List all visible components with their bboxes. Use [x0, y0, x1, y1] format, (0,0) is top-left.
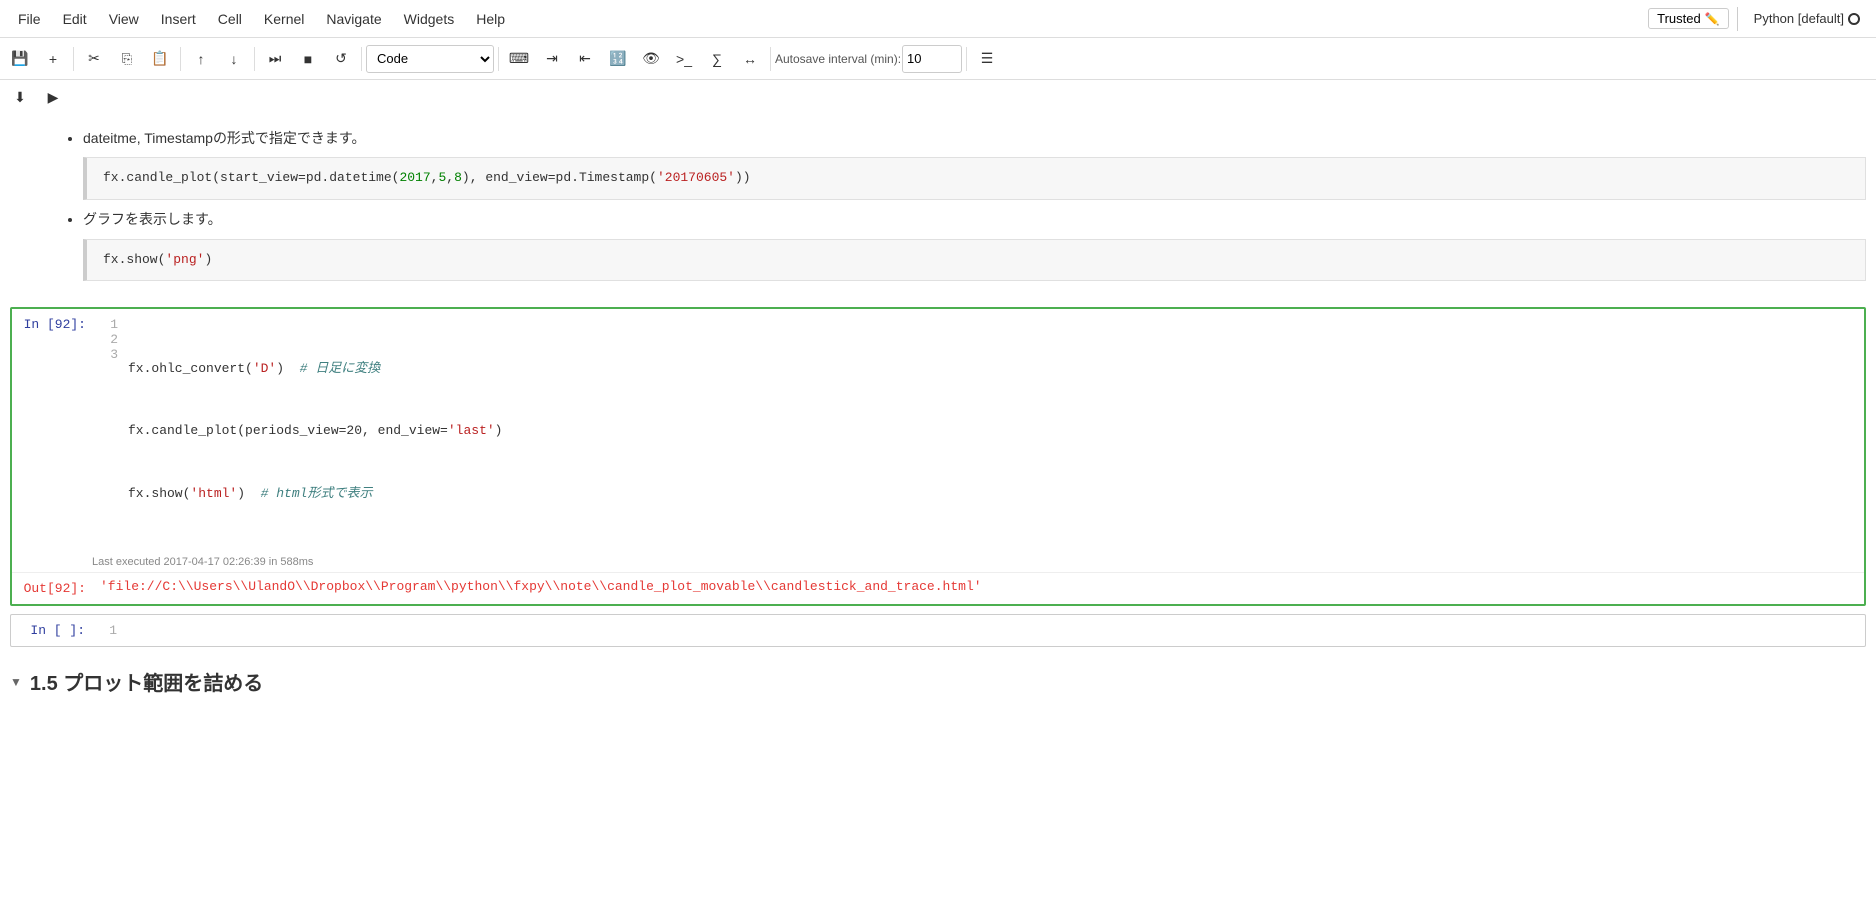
- separator-1: [73, 47, 74, 71]
- menu-insert[interactable]: Insert: [151, 7, 206, 31]
- toggle-output[interactable]: 👁: [635, 44, 667, 74]
- paste-cell-button[interactable]: 📋: [144, 44, 176, 74]
- restart-button[interactable]: ↺: [325, 44, 357, 74]
- empty-cell-line-nums: 1: [91, 615, 121, 646]
- toolbar: 💾 + ✂ ⎘ 📋 ↑ ↓ ⏭ ■ ↺ Code Markdown Raw NB…: [0, 38, 1876, 80]
- dedent-button[interactable]: ⇤: [569, 44, 601, 74]
- copy-cell-button[interactable]: ⎘: [111, 44, 143, 74]
- empty-cell-label: In [ ]:: [11, 615, 91, 646]
- cut-cell-button[interactable]: ✂: [78, 44, 110, 74]
- move-down-button[interactable]: ↓: [218, 44, 250, 74]
- kernel-info: Python [default]: [1746, 11, 1868, 26]
- output-text-92: 'file://C:\\Users\\UlandO\\Dropbox\\Prog…: [92, 573, 1864, 604]
- empty-line-num: 1: [95, 623, 117, 638]
- menu-view[interactable]: View: [99, 7, 149, 31]
- kernel-status-circle: [1848, 13, 1860, 25]
- code-cell-92-inner: In [92]: 1 2 3 fx.ohlc_convert('D') # 日足…: [12, 309, 1864, 554]
- menubar-right: Trusted ✏️ Python [default]: [1648, 7, 1868, 31]
- separator-3: [254, 47, 255, 71]
- menu-navigate[interactable]: Navigate: [316, 7, 391, 31]
- empty-cell-code[interactable]: [121, 615, 1865, 646]
- notebook-content: dateitme, Timestampの形式で指定できます。 fx.candle…: [0, 114, 1876, 700]
- code-cell-92[interactable]: In [92]: 1 2 3 fx.ohlc_convert('D') # 日足…: [10, 307, 1866, 606]
- download-button[interactable]: ⬇: [4, 82, 36, 112]
- menu-widgets[interactable]: Widgets: [394, 7, 465, 31]
- section-1-5-heading: ▼ 1.5 プロット範囲を詰める: [0, 655, 1876, 700]
- cell-code-92[interactable]: fx.ohlc_convert('D') # 日足に変換 fx.candle_p…: [122, 309, 1864, 554]
- cell-line-numbers-92: 1 2 3: [92, 309, 122, 554]
- menu-kernel[interactable]: Kernel: [254, 7, 314, 31]
- menu-edit[interactable]: Edit: [53, 7, 97, 31]
- menu-file[interactable]: File: [8, 7, 51, 31]
- menu-help[interactable]: Help: [466, 7, 515, 31]
- separator-6: [770, 47, 771, 71]
- code-line-3: fx.show('html') # html形式で表示: [128, 484, 1858, 505]
- move-up-button[interactable]: ↑: [185, 44, 217, 74]
- keyboard-shortcut-button[interactable]: ⌨: [503, 44, 535, 74]
- add-cell-button[interactable]: +: [37, 44, 69, 74]
- bullet-show-graph: グラフを表示します。: [83, 208, 1866, 230]
- code-block-1: fx.candle_plot(start_view=pd.datetime(20…: [83, 157, 1866, 200]
- indent-button[interactable]: ⇥: [536, 44, 568, 74]
- separator-4: [361, 47, 362, 71]
- interrupt-button[interactable]: ■: [292, 44, 324, 74]
- markdown-content-1: dateitme, Timestampの形式で指定できます。 fx.candle…: [63, 127, 1866, 281]
- separator-2: [180, 47, 181, 71]
- code-line-2: fx.candle_plot(periods_view=20, end_view…: [128, 421, 1858, 442]
- empty-cell[interactable]: In [ ]: 1: [10, 614, 1866, 647]
- cell-output-92: Out[92]: 'file://C:\\Users\\UlandO\\Drop…: [12, 572, 1864, 604]
- cell-label-92: In [92]:: [12, 309, 92, 554]
- autosave-input[interactable]: [902, 45, 962, 73]
- separator-5: [498, 47, 499, 71]
- trusted-label: Trusted: [1657, 11, 1701, 26]
- code-block-2: fx.show('png'): [83, 239, 1866, 282]
- menu-cell[interactable]: Cell: [208, 7, 252, 31]
- trusted-button[interactable]: Trusted ✏️: [1648, 8, 1729, 29]
- line-num-2: 2: [96, 332, 118, 347]
- list-button[interactable]: ☰: [971, 44, 1003, 74]
- toolbar-row2: ⬇ ▶: [0, 80, 1876, 114]
- kernel-name: Python [default]: [1754, 11, 1844, 26]
- toolbar-separator-right: [1737, 7, 1738, 31]
- cell-type-select[interactable]: Code Markdown Raw NBConvert: [366, 45, 494, 73]
- execution-info-92: Last executed 2017-04-17 02:26:39 in 588…: [12, 554, 1864, 572]
- line-num-3: 3: [96, 347, 118, 362]
- autosave-label: Autosave interval (min):: [775, 52, 901, 66]
- code-line-1: fx.ohlc_convert('D') # 日足に変換: [128, 359, 1858, 380]
- separator-7: [966, 47, 967, 71]
- markdown-cell-1: dateitme, Timestampの形式で指定できます。 fx.candle…: [0, 114, 1876, 299]
- toggle-line-numbers[interactable]: 🔢: [602, 44, 634, 74]
- math-button[interactable]: ∑: [701, 44, 733, 74]
- output-label-92: Out[92]:: [12, 573, 92, 604]
- video-button[interactable]: ▶: [37, 82, 69, 112]
- pencil-icon: ✏️: [1705, 12, 1720, 26]
- line-num-1: 1: [96, 317, 118, 332]
- run-to-top-button[interactable]: ⏭: [259, 44, 291, 74]
- save-button[interactable]: 💾: [4, 44, 36, 74]
- terminal-button[interactable]: >_: [668, 44, 700, 74]
- bullet-datetime: dateitme, Timestampの形式で指定できます。: [83, 127, 1866, 149]
- arrow-button[interactable]: ↔: [734, 44, 766, 74]
- section-1-5-title: 1.5 プロット範囲を詰める: [30, 667, 263, 696]
- menubar: File Edit View Insert Cell Kernel Naviga…: [0, 0, 1876, 38]
- collapse-arrow-1-5[interactable]: ▼: [10, 675, 22, 689]
